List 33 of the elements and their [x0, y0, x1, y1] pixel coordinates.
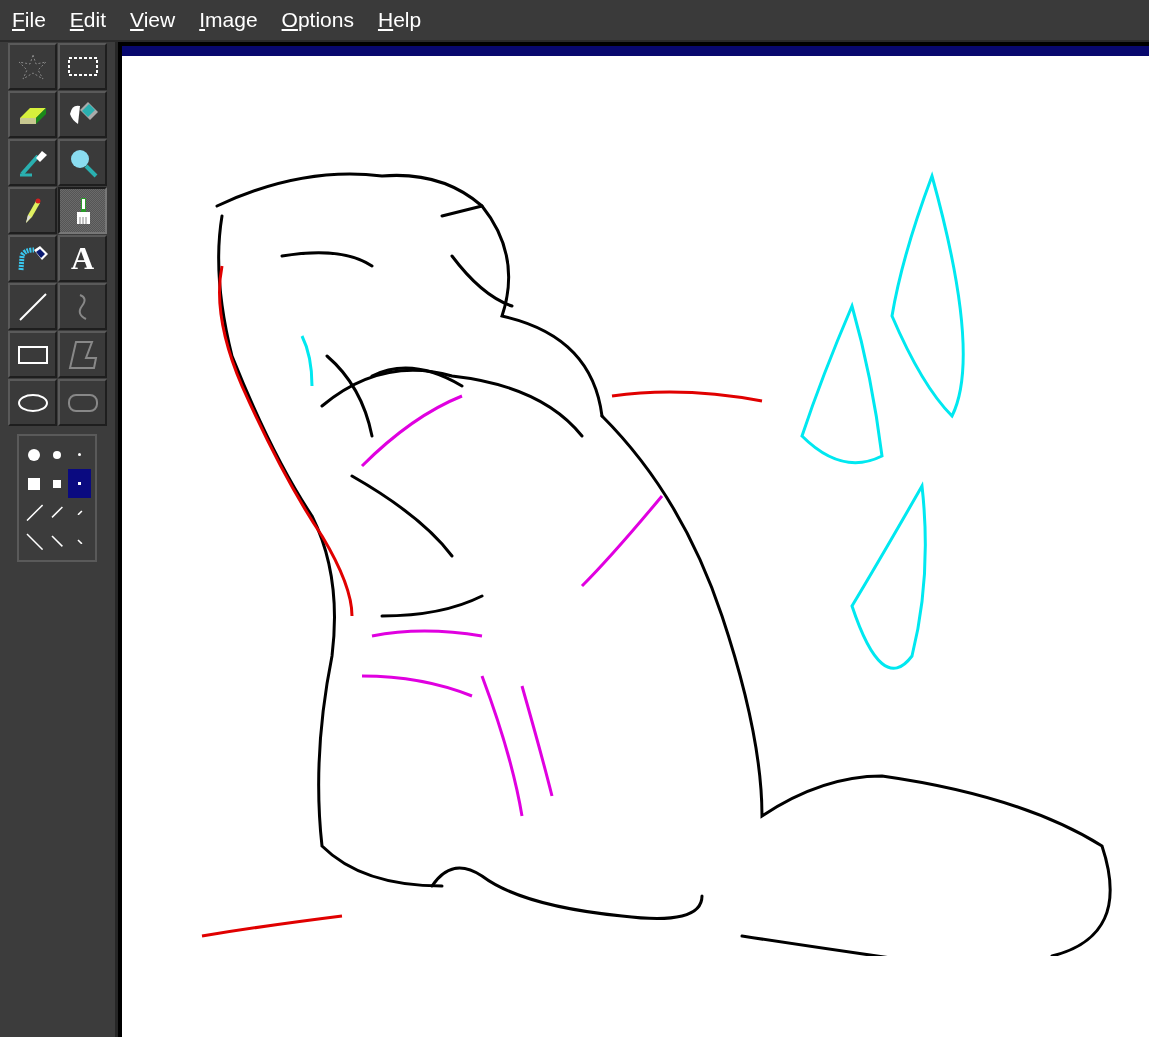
menu-item[interactable]: Help — [377, 8, 422, 32]
menu-item[interactable]: File — [12, 8, 46, 32]
round-brush-icon — [28, 448, 41, 461]
square-brush-icon — [28, 477, 41, 490]
tool-button[interactable] — [8, 331, 57, 378]
tool-button[interactable] — [58, 43, 107, 90]
tool-button[interactable] — [8, 379, 57, 426]
slash-brush-icon — [76, 509, 83, 516]
backslash-brush-icon — [50, 535, 64, 548]
tool-button[interactable] — [8, 139, 57, 186]
tool-button[interactable] — [8, 235, 57, 282]
text-tool-glyph: A — [70, 240, 95, 277]
round-brush-icon — [53, 450, 61, 459]
curve-icon — [76, 293, 89, 320]
menu-item[interactable]: Edit — [69, 8, 107, 32]
backslash-brush-icon — [76, 538, 83, 545]
tool-button[interactable] — [58, 91, 107, 138]
tool-button[interactable] — [8, 187, 57, 234]
slash-brush-icon — [50, 506, 64, 519]
tool-button[interactable] — [58, 187, 107, 234]
backslash-brush-icon — [25, 532, 44, 551]
slash-brush-icon — [25, 503, 44, 522]
menu-item[interactable]: Image — [199, 8, 258, 32]
tool-button[interactable]: A — [58, 235, 107, 282]
tool-button[interactable] — [8, 91, 57, 138]
round-brush-icon — [78, 453, 82, 456]
menu-item[interactable]: View — [130, 8, 176, 32]
tool-button[interactable] — [8, 283, 57, 330]
menu-item[interactable]: Options — [281, 8, 354, 32]
tool-button[interactable] — [58, 139, 107, 186]
square-brush-icon — [78, 482, 82, 485]
pencil-icon — [24, 197, 41, 224]
square-brush-icon — [53, 479, 61, 488]
